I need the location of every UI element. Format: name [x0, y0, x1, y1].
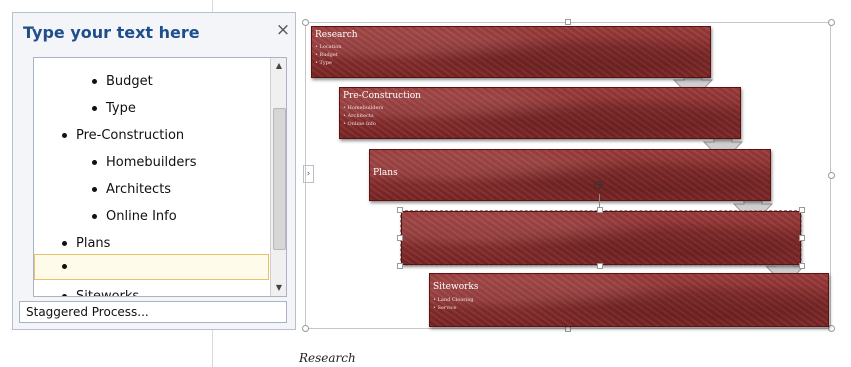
- list-item[interactable]: Siteworks: [62, 286, 139, 296]
- step-bullet: • Land Clearing: [433, 297, 474, 303]
- process-step-pre-construction[interactable]: Pre-Construction • Homebuilders • Archit…: [339, 87, 741, 139]
- bullet-icon: [92, 106, 97, 111]
- list-item-active[interactable]: [62, 256, 76, 278]
- text-pane-list[interactable]: Budget Type Pre-Construction Homebuilder…: [33, 57, 287, 297]
- bullet-icon: [92, 160, 97, 165]
- rotate-handle-stem: [599, 194, 600, 208]
- step-bullet: • Architects: [343, 113, 374, 119]
- rotate-handle-icon[interactable]: ⟳: [592, 180, 606, 194]
- document-caption: Research: [299, 351, 356, 365]
- shape-resize-handle[interactable]: [799, 235, 805, 241]
- shape-resize-handle[interactable]: [597, 207, 603, 213]
- shape-selection-box[interactable]: [400, 210, 802, 266]
- bullet-icon: [92, 79, 97, 84]
- step-title: Research: [315, 30, 358, 40]
- shape-resize-handle[interactable]: [397, 263, 403, 269]
- shape-resize-handle[interactable]: [397, 207, 403, 213]
- text-pane-title: Type your text here: [23, 23, 200, 42]
- vertical-scrollbar[interactable]: ▲ ▼: [270, 58, 286, 296]
- resize-handle[interactable]: [302, 325, 309, 332]
- bullet-icon: [92, 214, 97, 219]
- list-item[interactable]: Plans: [62, 233, 110, 255]
- text-pane: Type your text here × Budget Type Pre-Co…: [12, 12, 296, 330]
- step-bullet: • Service: [433, 305, 457, 311]
- resize-handle[interactable]: [828, 172, 835, 179]
- close-icon[interactable]: ×: [275, 21, 291, 39]
- step-bullet: • Location: [315, 44, 342, 50]
- shape-resize-handle[interactable]: [397, 235, 403, 241]
- bullet-icon: [62, 133, 67, 138]
- resize-handle[interactable]: [828, 325, 835, 332]
- resize-handle[interactable]: [828, 19, 835, 26]
- bullet-icon: [62, 264, 67, 269]
- list-item[interactable]: Architects: [92, 179, 171, 201]
- step-bullet: • Type: [315, 60, 332, 66]
- scroll-down-icon[interactable]: ▼: [271, 280, 286, 296]
- bullet-icon: [62, 241, 67, 246]
- list-item[interactable]: Budget: [92, 71, 153, 93]
- scroll-thumb[interactable]: [273, 108, 286, 250]
- shape-resize-handle[interactable]: [597, 263, 603, 269]
- list-item[interactable]: Type: [92, 98, 136, 120]
- step-bullet: • Homebuilders: [343, 105, 384, 111]
- list-item[interactable]: Online Info: [92, 206, 177, 228]
- shape-resize-handle[interactable]: [799, 263, 805, 269]
- scroll-up-icon[interactable]: ▲: [271, 58, 286, 74]
- layout-name-link[interactable]: Staggered Process...: [19, 301, 287, 323]
- step-title: Plans: [373, 168, 398, 178]
- resize-handle[interactable]: [565, 19, 571, 25]
- list-item[interactable]: Homebuilders: [92, 152, 196, 174]
- step-title: Pre-Construction: [343, 91, 421, 101]
- bullet-icon: [92, 187, 97, 192]
- process-step-siteworks[interactable]: Siteworks • Land Clearing • Service: [429, 273, 829, 327]
- list-item[interactable]: Pre-Construction: [62, 125, 184, 147]
- bullet-icon: [62, 294, 67, 296]
- process-step-research[interactable]: Research • Location • Budget • Type: [311, 26, 711, 78]
- step-bullet: • Budget: [315, 52, 338, 58]
- step-title: Siteworks: [433, 282, 479, 292]
- shape-resize-handle[interactable]: [799, 207, 805, 213]
- resize-handle[interactable]: [302, 19, 309, 26]
- step-bullet: • Online Info: [343, 121, 376, 127]
- process-step-plans[interactable]: Plans: [369, 149, 771, 201]
